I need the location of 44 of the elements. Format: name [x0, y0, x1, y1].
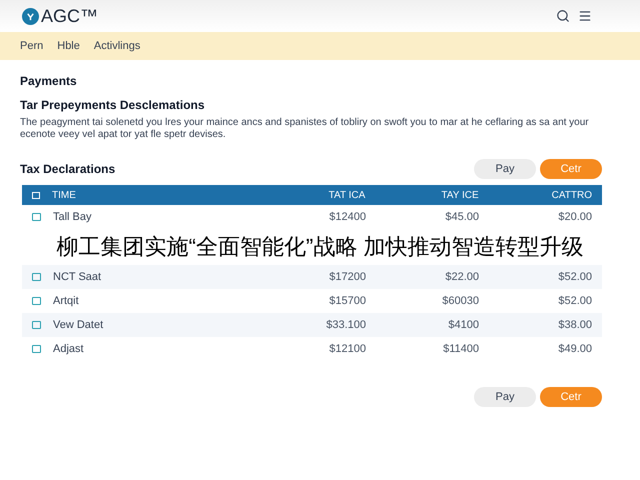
nav-link[interactable]: Hble — [57, 38, 80, 54]
logo-icon — [22, 8, 39, 24]
column-header: TAY ICE — [440, 188, 479, 202]
caption-overlay: 柳工集团实施“全面智能化”战略 加快推动智造转型升级 — [56, 233, 584, 261]
nav-link[interactable]: Activlings — [94, 38, 140, 54]
row-icon — [32, 213, 41, 221]
section-subtitle: Tar Prepeyments Desclemations — [20, 97, 206, 114]
table-cell-text: $4100 — [447, 318, 479, 333]
table-cell-text: $60030 — [441, 294, 479, 309]
search-icon[interactable] — [556, 9, 570, 23]
menu-icon[interactable] — [578, 9, 592, 23]
table-cell-text: Vew Datet — [53, 318, 104, 333]
table-cell-text: $15700 — [328, 294, 366, 309]
table-cell-text: Tall Bay — [53, 210, 93, 225]
logo-text: AGC™ — [41, 4, 98, 28]
table-cell-text: $17200 — [328, 270, 366, 285]
table-title: Tax Declarations — [20, 161, 116, 178]
row-icon — [32, 321, 41, 329]
table-cell-text: NCT Saat — [53, 270, 102, 285]
table-cell-text: $12400 — [328, 210, 366, 225]
table-cell-text: $11400 — [442, 342, 479, 357]
table-cell-text: $12100 — [328, 342, 366, 357]
row-icon — [32, 273, 41, 281]
column-header: TAT ICA — [328, 188, 366, 202]
table-cell-text: $22.00 — [444, 270, 479, 285]
nav-link[interactable]: Pern — [20, 38, 44, 54]
description: The peagyment tai solenetd you lres your maince ancs and spanistes of tobliry on swoft you to mar at he ceflaring as sa ant your ecenote veey vel apat tor yat fle spetr devises. — [20, 117, 590, 141]
row-icon — [32, 345, 41, 353]
column-header: CATTRO — [550, 188, 592, 202]
header-icon — [32, 192, 40, 198]
table-cell-text: $45.00 — [444, 210, 479, 225]
table-cell-text: Adjast — [53, 342, 85, 357]
table-cell-text: $49.00 — [557, 342, 592, 357]
table-cell-text: $38.00 — [557, 318, 592, 333]
table-cell-text: Artqit — [53, 294, 80, 309]
table-cell-text: $52.00 — [557, 270, 592, 285]
column-header: TIME — [52, 188, 77, 202]
pay-button[interactable]: Pay — [474, 159, 536, 179]
table-cell-text: $33.100 — [325, 318, 366, 333]
table-cell-text: $20.00 — [557, 210, 592, 225]
pay-button[interactable]: Pay — [474, 387, 536, 407]
section-title: Payments — [20, 73, 78, 90]
row-icon — [32, 297, 41, 305]
table-cell-text: $52.00 — [557, 294, 592, 309]
